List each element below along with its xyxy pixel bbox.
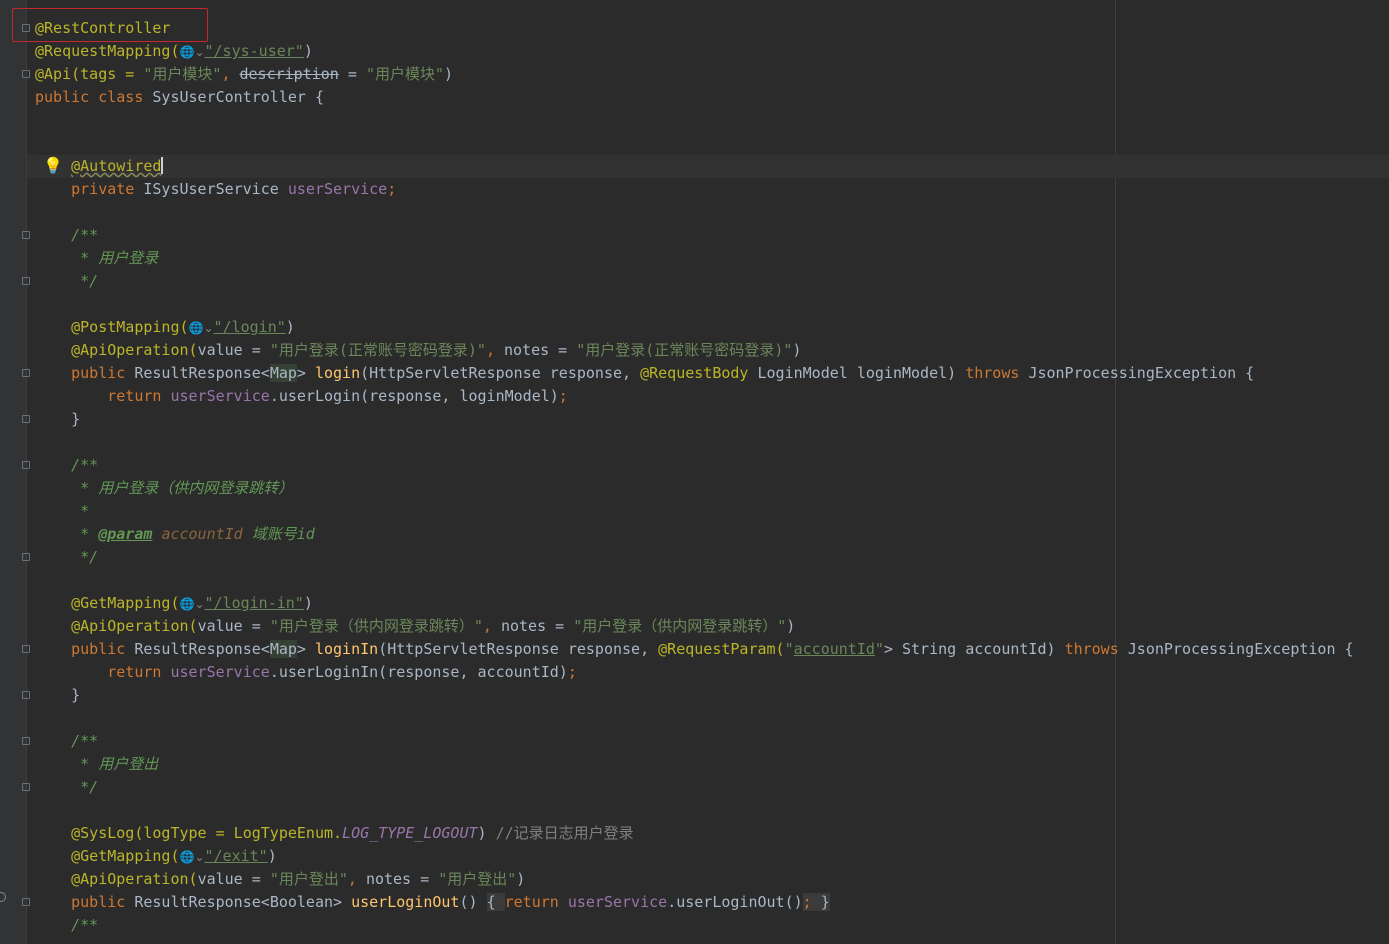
code-line[interactable] [35, 293, 1354, 316]
url-sys-user[interactable]: "/sys-user" [205, 42, 304, 60]
editor-gutter [0, 0, 27, 944]
url-exit[interactable]: "/exit" [205, 847, 268, 865]
globe-dropdown-icon[interactable]: 🌐⌄ [180, 45, 205, 59]
code-line[interactable]: return userService.userLoginIn(response,… [35, 661, 1354, 684]
code-line[interactable]: /** [22, 454, 1354, 477]
code-line[interactable]: private ISysUserService userService; [35, 178, 1354, 201]
url-login[interactable]: "/login" [214, 318, 286, 336]
code-line[interactable]: @ApiOperation(value = "用户登录（供内网登录跳转）", n… [35, 615, 1354, 638]
code-line[interactable]: */ [22, 270, 1354, 293]
code-line[interactable]: public class SysUserController { [35, 86, 1354, 109]
code-line[interactable]: @RequestMapping(🌐⌄"/sys-user") [35, 40, 1354, 63]
fold-marker-icon[interactable] [22, 783, 30, 791]
code-line[interactable]: return userService.userLogin(response, l… [35, 385, 1354, 408]
code-line[interactable] [35, 569, 1354, 592]
code-line[interactable]: * 用户登录（供内网登录跳转） [35, 477, 1354, 500]
fold-marker-icon[interactable] [22, 645, 30, 653]
code-line[interactable] [35, 201, 1354, 224]
folded-block-open[interactable]: { [486, 893, 505, 911]
code-editor[interactable]: @RestController @RequestMapping(🌐⌄"/sys-… [22, 17, 1354, 937]
code-line[interactable]: /** [22, 224, 1354, 247]
code-line[interactable] [35, 799, 1354, 822]
lightbulb-icon[interactable]: 💡 [43, 154, 63, 177]
code-line[interactable]: /** [22, 730, 1354, 753]
code-line[interactable] [35, 132, 1354, 155]
code-line[interactable]: */ [22, 776, 1354, 799]
code-line[interactable]: } [22, 408, 1354, 431]
method-user-login-out: userLoginOut [351, 893, 460, 911]
code-line[interactable]: */ [22, 546, 1354, 569]
code-line[interactable]: public ResultResponse<Boolean> userLogin… [22, 891, 1354, 914]
code-line[interactable]: } [22, 684, 1354, 707]
code-line[interactable]: @RestController [22, 17, 1354, 40]
code-line[interactable]: public ResultResponse<Map> login(HttpSer… [22, 362, 1354, 385]
method-login-in: loginIn [314, 640, 379, 658]
url-login-in[interactable]: "/login-in" [205, 594, 304, 612]
code-line[interactable]: * [35, 500, 1354, 523]
text-caret [161, 157, 164, 174]
fold-marker-icon[interactable] [22, 277, 30, 285]
globe-dropdown-icon[interactable]: 🌐⌄ [180, 597, 205, 611]
code-line[interactable]: * @param accountId 域账号id [35, 523, 1354, 546]
globe-dropdown-icon[interactable]: 🌐⌄ [180, 850, 205, 864]
code-line[interactable] [35, 707, 1354, 730]
code-line[interactable]: @ApiOperation(value = "用户登出", notes = "用… [35, 868, 1354, 891]
code-line[interactable] [35, 109, 1354, 132]
fold-marker-icon[interactable] [22, 691, 30, 699]
code-line[interactable]: @Api(tags = "用户模块", description = "用户模块"… [22, 63, 1354, 86]
fold-marker-icon[interactable] [22, 553, 30, 561]
deprecated-description: description [239, 65, 339, 83]
code-line[interactable]: @ApiOperation(value = "用户登录(正常账号密码登录)", … [35, 339, 1354, 362]
globe-dropdown-icon[interactable]: 🌐⌄ [189, 321, 214, 335]
fold-marker-icon[interactable] [22, 369, 30, 377]
annotation-autowired: @Autowired [71, 157, 162, 175]
code-line[interactable]: @PostMapping(🌐⌄"/login") [35, 316, 1354, 339]
code-line[interactable]: @GetMapping(🌐⌄"/login-in") [35, 592, 1354, 615]
fold-marker-icon[interactable] [22, 737, 30, 745]
code-line[interactable] [35, 431, 1354, 454]
fold-marker-icon[interactable] [22, 70, 30, 78]
fold-marker-icon[interactable] [22, 461, 30, 469]
fold-marker-icon[interactable] [22, 898, 30, 906]
fold-marker-icon[interactable] [22, 415, 30, 423]
code-line[interactable]: * 用户登录 [35, 247, 1354, 270]
code-line[interactable]: * 用户登出 [35, 753, 1354, 776]
code-line[interactable]: /** [35, 914, 1354, 937]
fold-marker-icon[interactable] [22, 231, 30, 239]
folded-block-close[interactable]: } [820, 893, 830, 911]
code-line[interactable]: public ResultResponse<Map> loginIn(HttpS… [22, 638, 1354, 661]
highlight-box-rest-controller [12, 8, 208, 42]
method-login: login [314, 364, 361, 382]
code-line[interactable]: @SysLog(logType = LogTypeEnum.LOG_TYPE_L… [35, 822, 1354, 845]
code-line-current[interactable]: 💡 @Autowired [35, 155, 1354, 178]
code-line[interactable]: @GetMapping(🌐⌄"/exit") [35, 845, 1354, 868]
